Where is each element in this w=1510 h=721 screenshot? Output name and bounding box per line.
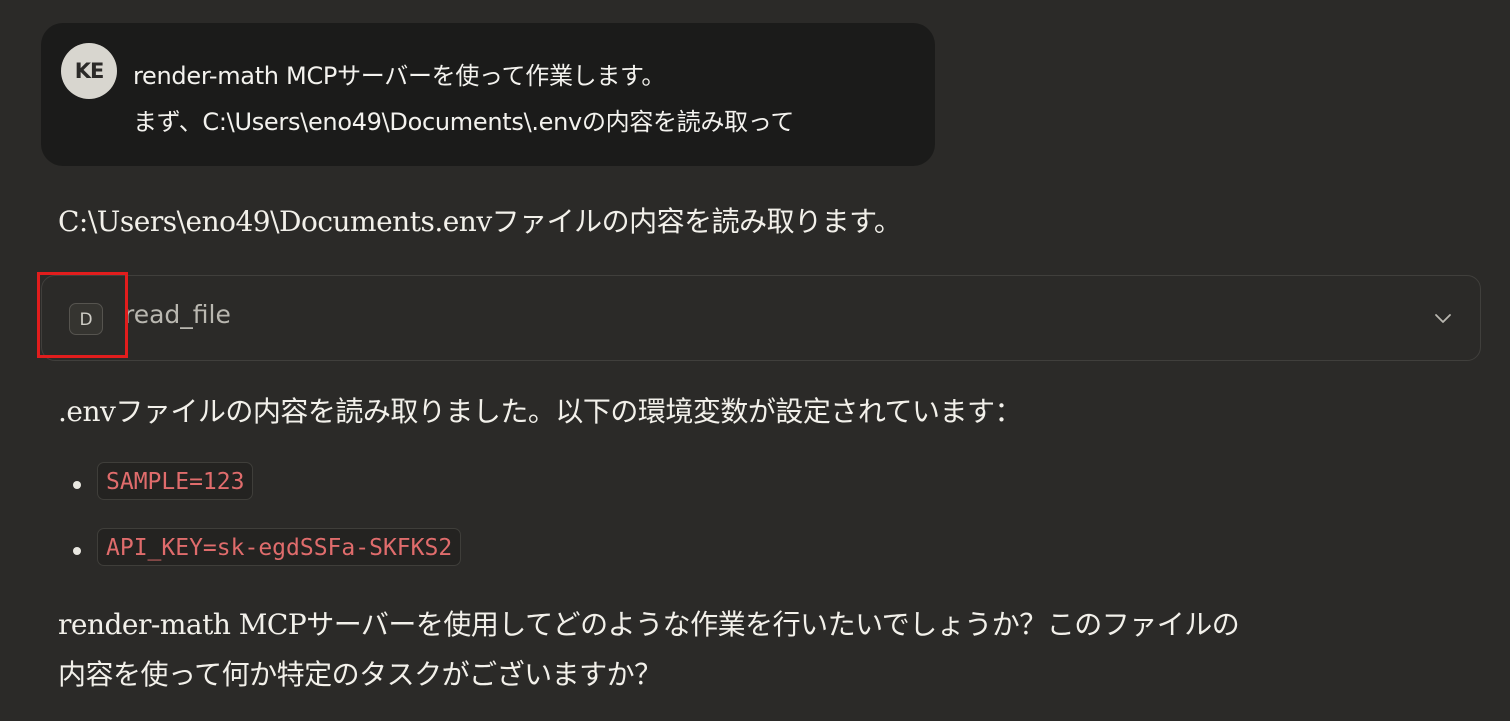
user-message-bubble: KE render-math MCPサーバーを使って作業します。 まず、C:\U…	[41, 23, 935, 166]
tool-call-read-file[interactable]: D read_file	[41, 275, 1481, 361]
tool-badge-icon: D	[69, 303, 103, 335]
user-avatar: KE	[61, 43, 117, 99]
env-var-code: API_KEY=sk-egdSSFa-SKFKS2	[97, 528, 462, 566]
assistant-followup-line-1: render-math MCPサーバーを使用してどのような作業を行いたいでしょう…	[58, 608, 1240, 641]
assistant-result-text: .envファイルの内容を読み取りました。以下の環境変数が設定されています：	[58, 395, 1023, 428]
assistant-followup-line-2: 内容を使って何か特定のタスクがございますか？	[58, 658, 662, 691]
assistant-intro-text: C:\Users\eno49\Documents.envファイルの内容を読み取り…	[58, 205, 902, 238]
chevron-down-icon[interactable]	[1432, 307, 1454, 329]
tool-call-name: read_file	[124, 300, 231, 329]
chat-page: KE render-math MCPサーバーを使って作業します。 まず、C:\U…	[0, 0, 1510, 721]
user-message-line-1: render-math MCPサーバーを使って作業します。	[133, 62, 666, 90]
env-var-code: SAMPLE=123	[97, 462, 254, 500]
user-message-line-2: まず、C:\Users\eno49\Documents\.envの内容を読み取っ…	[133, 108, 795, 136]
bullet-icon	[73, 547, 81, 555]
bullet-icon	[73, 481, 81, 489]
